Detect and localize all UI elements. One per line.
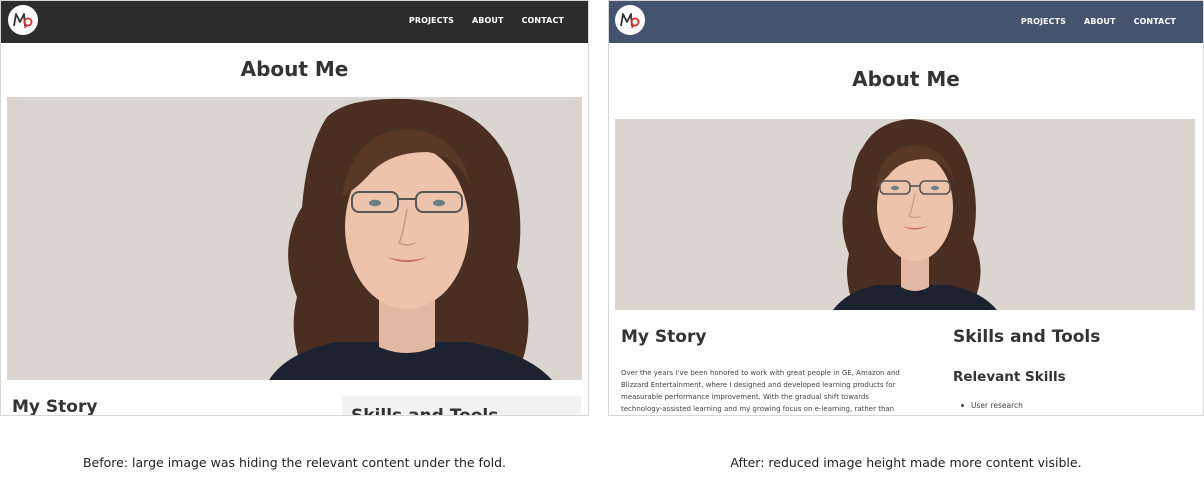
story-line: measurable performance improvement. With…: [621, 393, 870, 401]
nav-link-contact[interactable]: CONTACT: [1134, 17, 1176, 26]
after-screenshot: PROJECTS ABOUT CONTACT About Me My Story…: [608, 0, 1204, 416]
relevant-skills-heading: Relevant Skills: [953, 369, 1066, 385]
after-caption: After: reduced image height made more co…: [730, 455, 1082, 470]
before-caption: Before: large image was hiding the relev…: [82, 455, 506, 470]
nav-link-about[interactable]: ABOUT: [472, 16, 504, 25]
portrait-photo-icon: [615, 119, 1195, 310]
story-line: technology-assisted learning and my grow…: [621, 405, 895, 413]
story-line: Blizzard Entertainment, where I designed…: [621, 381, 896, 389]
navbar: PROJECTS ABOUT CONTACT: [1, 1, 588, 43]
page-title: About Me: [852, 67, 960, 91]
portrait-photo-icon: [7, 97, 582, 380]
skill-list: User research: [961, 401, 1023, 410]
page-title: About Me: [240, 57, 349, 81]
hero-portrait-image: [615, 119, 1195, 310]
nav-link-contact[interactable]: CONTACT: [522, 16, 564, 25]
logo-icon[interactable]: [615, 5, 645, 35]
my-story-heading: My Story: [12, 397, 98, 416]
bullet-icon: [961, 404, 964, 407]
nav-link-about[interactable]: ABOUT: [1084, 17, 1116, 26]
my-story-heading: My Story: [621, 327, 707, 347]
logo-icon[interactable]: [8, 5, 38, 35]
skills-and-tools-heading: Skills and Tools: [351, 406, 499, 416]
hero-portrait-image: [7, 97, 582, 380]
nav-link-projects[interactable]: PROJECTS: [1021, 17, 1066, 26]
skill-label: User research: [971, 401, 1023, 410]
before-screenshot: PROJECTS ABOUT CONTACT About Me My Story…: [0, 0, 589, 416]
skills-and-tools-heading: Skills and Tools: [953, 327, 1101, 347]
story-line: Over the years I’ve been honored to work…: [621, 369, 900, 377]
list-item: User research: [961, 401, 1023, 410]
navbar: PROJECTS ABOUT CONTACT: [609, 1, 1203, 43]
nav-links: PROJECTS ABOUT CONTACT: [391, 1, 564, 39]
story-paragraph: Over the years I’ve been honored to work…: [621, 367, 917, 415]
nav-link-projects[interactable]: PROJECTS: [409, 16, 454, 25]
nav-links: PROJECTS ABOUT CONTACT: [1003, 2, 1176, 40]
